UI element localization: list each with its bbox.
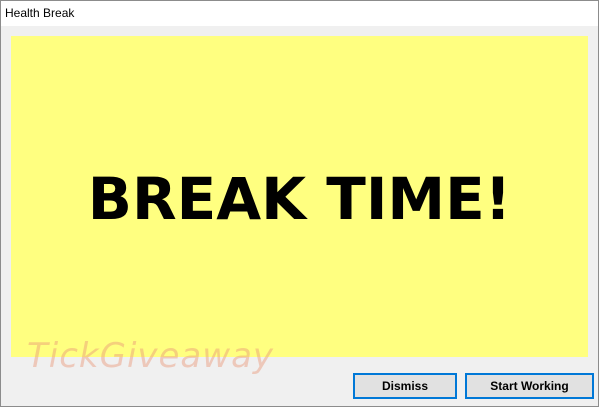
- start-working-button[interactable]: Start Working: [465, 373, 594, 399]
- window-title: Health Break: [5, 6, 75, 20]
- dismiss-button[interactable]: Dismiss: [353, 373, 457, 399]
- break-message: BREAK TIME!: [87, 164, 512, 233]
- watermark-logo: TickGiveaway: [27, 336, 275, 376]
- title-bar: Health Break: [1, 1, 598, 26]
- health-break-window: Health Break BREAK TIME! TickGiveaway Di…: [0, 0, 599, 407]
- break-message-panel: BREAK TIME!: [11, 36, 588, 357]
